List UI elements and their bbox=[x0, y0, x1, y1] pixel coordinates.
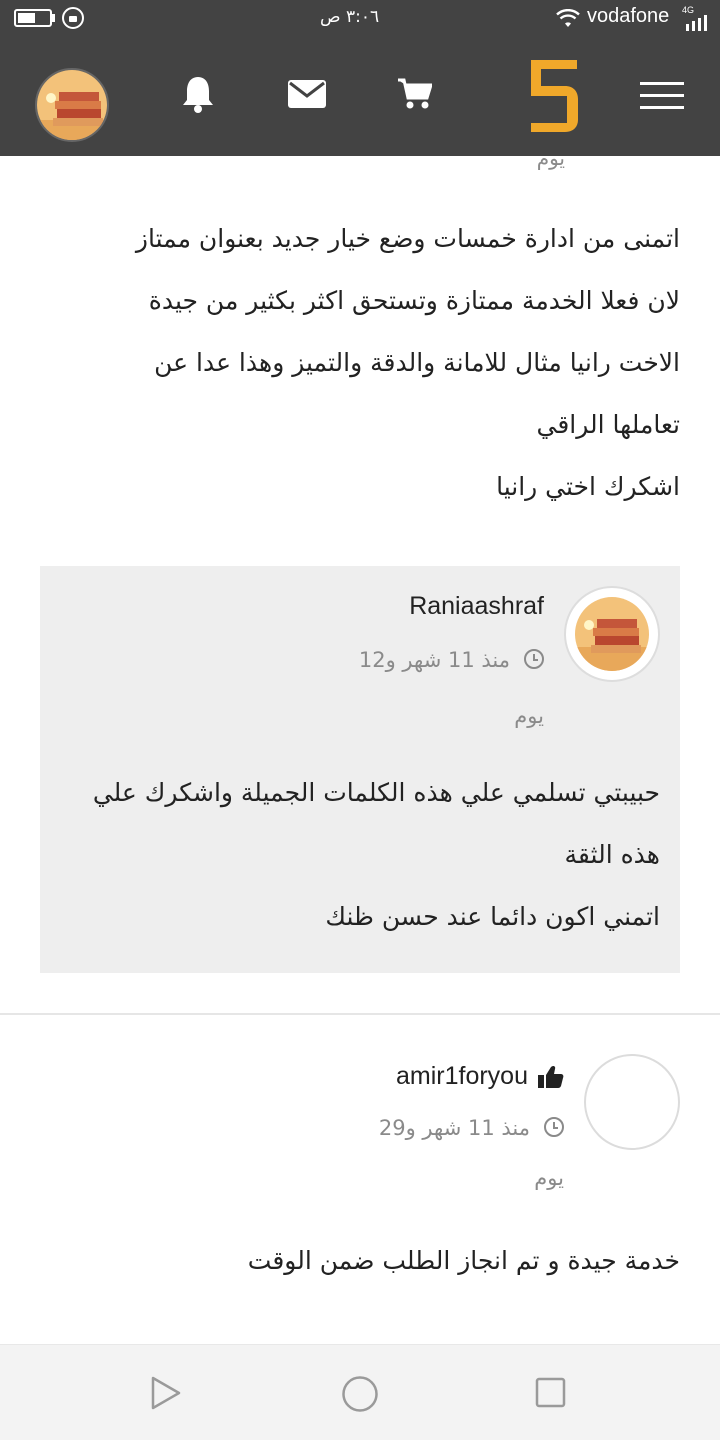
mail-icon[interactable] bbox=[288, 80, 326, 108]
clock-icon bbox=[544, 1117, 564, 1137]
reply-line: هذه الثقة bbox=[564, 840, 660, 869]
signal-icon bbox=[686, 15, 707, 31]
reply-line: اتمني اكون دائما عند حسن ظنك bbox=[325, 902, 660, 931]
reply-avatar[interactable] bbox=[564, 586, 660, 682]
clock-icon bbox=[524, 649, 544, 669]
reply-username[interactable]: Raniaashraf bbox=[409, 592, 544, 621]
battery-tip bbox=[52, 14, 55, 22]
books-image bbox=[575, 597, 649, 671]
back-triangle-icon[interactable] bbox=[150, 1375, 182, 1411]
reviewer-avatar[interactable] bbox=[584, 1054, 680, 1150]
app-header bbox=[0, 36, 720, 156]
rotation-lock-icon bbox=[62, 7, 84, 29]
reply-time-unit: يوم bbox=[514, 704, 544, 728]
review-time-unit: يوم bbox=[536, 156, 565, 170]
review-text: اتمنى من ادارة خمسات وضع خيار جديد بعنوا… bbox=[40, 208, 680, 518]
reply-text: حبيبتي تسلمي علي هذه الكلمات الجميلة واش… bbox=[60, 762, 660, 948]
menu-icon[interactable] bbox=[640, 82, 684, 110]
bell-icon[interactable] bbox=[180, 74, 216, 114]
home-circle-icon[interactable] bbox=[341, 1375, 379, 1413]
reply-time-ago: منذ 11 شهر و12 bbox=[358, 648, 510, 672]
review-line: اشكرك اختي رانيا bbox=[496, 472, 680, 501]
review-line: الاخت رانيا مثال للامانة والدقة والتميز … bbox=[154, 348, 680, 377]
battery-icon bbox=[14, 9, 52, 27]
logo-5-icon[interactable] bbox=[529, 60, 579, 132]
system-nav-bar bbox=[0, 1344, 720, 1440]
status-time: ٣:٠٦ ص bbox=[320, 7, 380, 27]
reviewer-time-unit: يوم bbox=[534, 1166, 564, 1190]
reply-time: منذ 11 شهر و12 bbox=[359, 648, 544, 672]
thumbs-up-icon bbox=[538, 1065, 564, 1088]
reviewer-username[interactable]: amir1foryou bbox=[396, 1062, 528, 1091]
review-line: لان فعلا الخدمة ممتازة وتستحق اكثر بكثير… bbox=[148, 286, 680, 315]
reviewer-time-ago: منذ 11 شهر و29 bbox=[378, 1116, 530, 1140]
user-avatar[interactable] bbox=[35, 68, 109, 142]
network-type: 4G bbox=[682, 5, 695, 15]
recents-square-icon[interactable] bbox=[535, 1377, 567, 1409]
divider bbox=[0, 1013, 720, 1015]
review-line: اتمنى من ادارة خمسات وضع خيار جديد بعنوا… bbox=[135, 224, 680, 253]
books-image bbox=[37, 70, 107, 140]
status-bar: ٣:٠٦ ص vodafone 4G bbox=[0, 0, 720, 36]
wifi-icon bbox=[556, 9, 580, 27]
reply-line: حبيبتي تسلمي علي هذه الكلمات الجميلة واش… bbox=[92, 778, 660, 807]
reviewer-text: خدمة جيدة و تم انجاز الطلب ضمن الوقت bbox=[247, 1246, 680, 1275]
review-line: تعاملها الراقي bbox=[536, 410, 680, 439]
cart-icon[interactable] bbox=[398, 78, 432, 110]
carrier-name: vodafone bbox=[587, 5, 670, 27]
seller-reply: Raniaashraf منذ 11 شهر و12 يوم حبيبتي تس… bbox=[40, 566, 680, 973]
reviewer-name-row: amir1foryou bbox=[396, 1062, 564, 1091]
reviewer-time: منذ 11 شهر و29 bbox=[379, 1116, 564, 1140]
reviews-list[interactable]: يوم اتمنى من ادارة خمسات وضع خيار جديد ب… bbox=[0, 156, 720, 1344]
